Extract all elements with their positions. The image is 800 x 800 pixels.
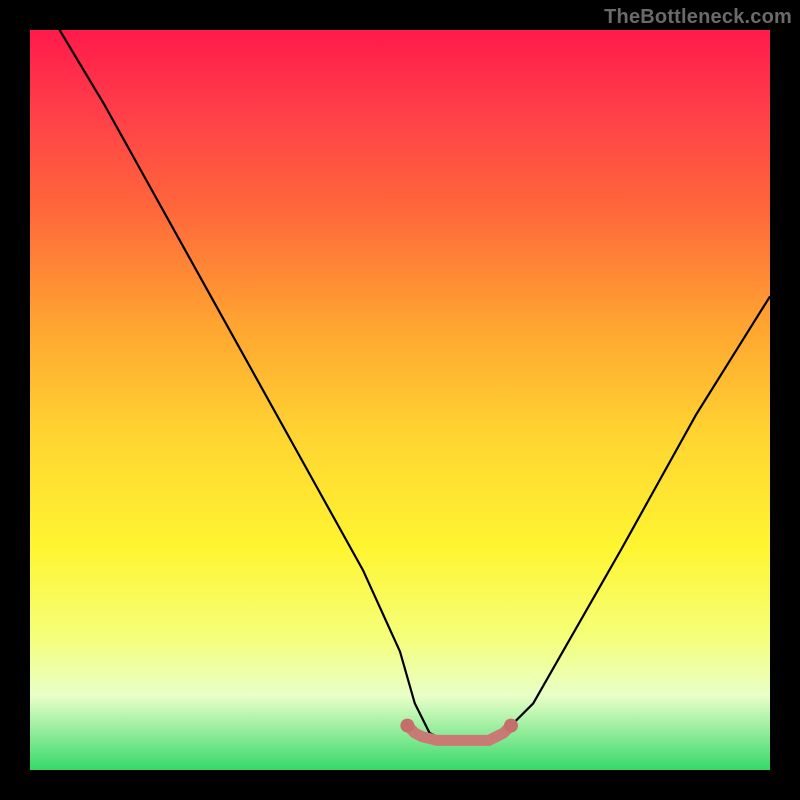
plot-area: [30, 30, 770, 770]
optimal-range-marker: [407, 726, 511, 741]
chart-svg: [30, 30, 770, 770]
bottleneck-curve: [60, 30, 770, 740]
chart-container: TheBottleneck.com: [0, 0, 800, 800]
watermark-text: TheBottleneck.com: [604, 6, 792, 29]
curve-layer: [60, 30, 770, 740]
marker-endpoint: [400, 719, 414, 733]
marker-endpoint: [504, 719, 518, 733]
marker-layer: [400, 719, 518, 741]
